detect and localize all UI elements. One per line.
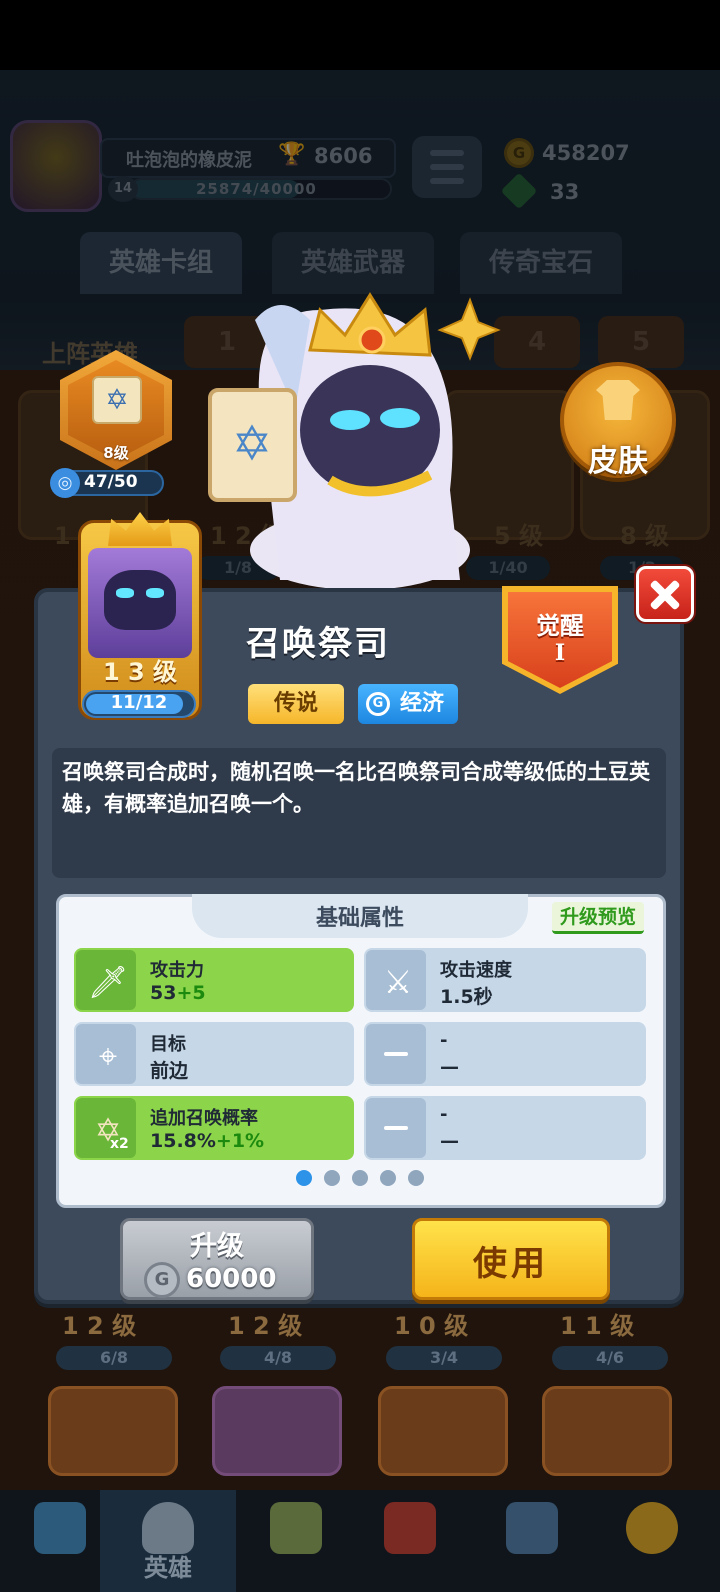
stat-name: 追加召唤概率 — [150, 1108, 258, 1129]
crown-shield-icon — [384, 1502, 436, 1554]
deck-card[interactable] — [378, 1386, 508, 1476]
stat-value: 前边 — [150, 1060, 189, 1082]
stat-empty: - — — [364, 1096, 646, 1160]
hero-card-eye — [146, 588, 164, 598]
hero-artwork: ✡ — [208, 292, 501, 590]
deck-card-bar: 3/4 — [386, 1346, 502, 1370]
stat-attack-speed: ⚔ 攻击速度 1.5秒 — [364, 948, 646, 1012]
dash-icon — [366, 1024, 426, 1084]
deck-card-bar: 4/6 — [552, 1346, 668, 1370]
upgrade-cost: 60000 — [186, 1264, 277, 1294]
stat-value: — — [440, 1056, 459, 1078]
nav-item-battle[interactable] — [236, 1490, 356, 1592]
hero-description: 召唤祭司合成时，随机召唤一名比召唤祭司合成等级低的土豆英雄，有概率追加召唤一个。 — [62, 760, 650, 816]
stat-name: 攻击力 — [150, 960, 204, 981]
stat-name: 目标 — [150, 1034, 186, 1055]
nav-item-explore[interactable] — [600, 1490, 720, 1592]
nav-item-heroes[interactable]: 英雄 — [100, 1490, 236, 1592]
compass-icon — [626, 1502, 678, 1554]
deck-card-bar: 4/8 — [220, 1346, 336, 1370]
stat-extra-summon-chance: ✡ x2 追加召唤概率 15.8%+1% — [74, 1096, 354, 1160]
deck-card-level: 1 2 级 — [62, 1312, 137, 1340]
stat-name: - — [440, 1030, 448, 1051]
page-dot[interactable] — [380, 1170, 396, 1186]
page-dot[interactable] — [408, 1170, 424, 1186]
page-dot[interactable] — [324, 1170, 340, 1186]
hero-card-face — [104, 570, 176, 630]
stat-attack: 🗡 攻击力 53+5 — [74, 948, 354, 1012]
stat-value: 15.8%+1% — [150, 1130, 265, 1152]
hero-shards-text: 11/12 — [110, 692, 168, 713]
hero-name: 召唤祭司 — [246, 624, 390, 664]
stat-empty: - — — [364, 1022, 646, 1086]
nav-item-guild[interactable] — [360, 1490, 480, 1592]
nav-item-label: 英雄 — [144, 1554, 192, 1582]
team-icon — [506, 1502, 558, 1554]
deck-card-level: 1 1 级 — [560, 1312, 635, 1340]
stat-name: - — [440, 1104, 448, 1125]
hero-card-eye — [116, 588, 134, 598]
helmet-icon — [142, 1502, 194, 1554]
page-dot[interactable] — [296, 1170, 312, 1186]
awaken-level: I — [554, 640, 566, 666]
sword-icon: 🗡 — [76, 950, 136, 1010]
stat-value: 53+5 — [150, 982, 206, 1004]
icon-badge: x2 — [110, 1136, 129, 1152]
scroll-item-level: 8级 — [103, 444, 129, 462]
upgrade-button-label: 升级 — [190, 1231, 244, 1262]
status-bar — [0, 0, 720, 70]
crosshair-icon: ⌖ — [76, 1024, 136, 1084]
use-button-label: 使用 — [473, 1244, 549, 1284]
deck-card-bar: 6/8 — [56, 1346, 172, 1370]
dash-icon — [366, 1098, 426, 1158]
skin-button-label: 皮肤 — [588, 444, 648, 479]
upgrade-preview-button[interactable]: 升级预览 — [552, 902, 644, 934]
close-button[interactable] — [636, 566, 694, 622]
hero-card-level: 1 3 级 — [102, 658, 178, 686]
coin-icon: G — [144, 1262, 180, 1298]
stat-value: — — [440, 1130, 459, 1152]
economy-icon: G — [366, 692, 390, 716]
deck-card-level: 1 0 级 — [394, 1312, 469, 1340]
swords-icon — [270, 1502, 322, 1554]
stat-bonus: +5 — [176, 982, 206, 1004]
awaken-label: 觉醒 — [536, 612, 584, 640]
deck-card[interactable] — [48, 1386, 178, 1476]
scroll-icon: ✡ — [92, 376, 142, 424]
deck-card[interactable] — [542, 1386, 672, 1476]
speed-sword-icon: ⚔ — [366, 950, 426, 1010]
stat-value: 1.5秒 — [440, 986, 493, 1008]
swirl-icon: ◎ — [50, 468, 80, 498]
scroll-progress-text: 47/50 — [84, 472, 138, 492]
stat-name: 攻击速度 — [440, 960, 512, 981]
chest-icon — [34, 1502, 86, 1554]
deck-card[interactable] — [212, 1386, 342, 1476]
stat-target: ⌖ 目标 前边 — [74, 1022, 354, 1086]
attributes-title: 基础属性 — [315, 906, 404, 931]
deck-card-level: 1 2 级 — [228, 1312, 303, 1340]
rarity-tag: 传说 — [248, 684, 344, 724]
nav-item-team[interactable] — [480, 1490, 600, 1592]
svg-text:✡: ✡ — [232, 416, 272, 472]
scroll-x2-icon: ✡ x2 — [76, 1098, 136, 1158]
stat-bonus: +1% — [215, 1130, 265, 1152]
page-dot[interactable] — [352, 1170, 368, 1186]
